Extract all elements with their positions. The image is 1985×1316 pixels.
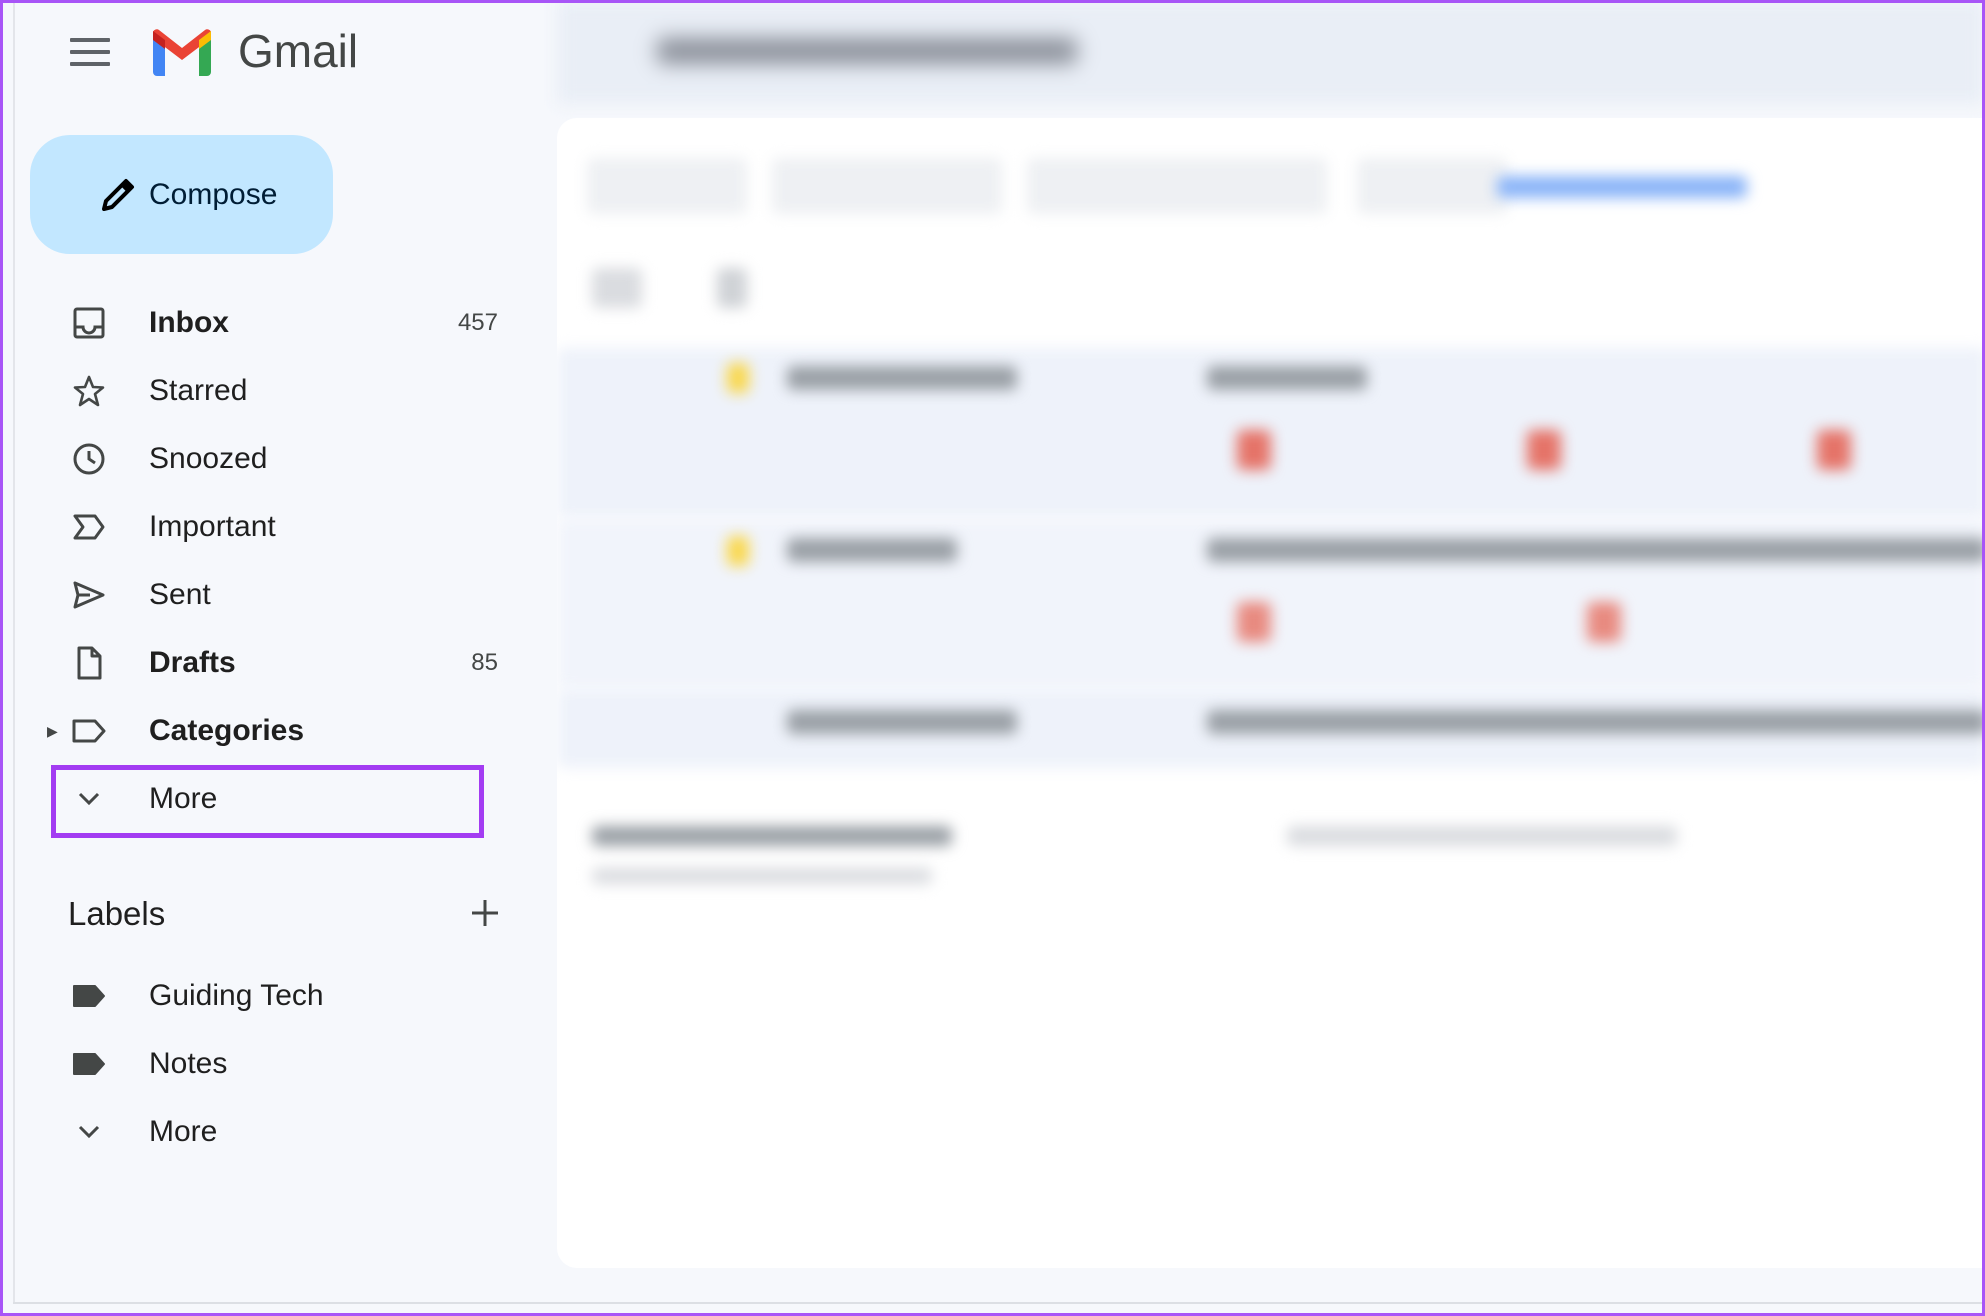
sidebar-item-important[interactable]: Important xyxy=(51,498,501,556)
sidebar-item-snoozed[interactable]: Snoozed xyxy=(51,430,501,488)
nav-label: Starred xyxy=(149,374,248,407)
pencil-icon xyxy=(102,179,134,211)
nav-label: Important xyxy=(149,510,276,543)
divider xyxy=(13,0,15,1304)
compose-label: Compose xyxy=(149,177,278,211)
label-item-guiding-tech[interactable]: Guiding Tech xyxy=(51,967,501,1025)
nav-label: Drafts xyxy=(149,646,236,679)
sidebar-item-starred[interactable]: Starred xyxy=(51,362,501,420)
chevron-down-icon xyxy=(71,1114,107,1150)
search-bar[interactable] xyxy=(557,0,1985,104)
label-icon xyxy=(71,978,107,1014)
nav-label: Categories xyxy=(149,714,305,747)
sidebar-item-inbox[interactable]: Inbox 457 xyxy=(51,294,501,352)
clock-icon xyxy=(71,441,107,477)
inbox-icon xyxy=(71,305,107,341)
sidebar-item-sent[interactable]: Sent xyxy=(51,566,501,624)
app-name: Gmail xyxy=(238,25,359,77)
star-icon xyxy=(71,373,107,409)
sidebar-item-drafts[interactable]: Drafts 85 xyxy=(51,634,501,692)
unread-count: 457 xyxy=(457,309,498,336)
important-icon xyxy=(71,509,107,545)
unread-count: 85 xyxy=(471,649,498,676)
hamburger-menu-icon[interactable] xyxy=(70,38,110,66)
compose-button[interactable]: Compose xyxy=(30,135,333,254)
divider xyxy=(13,1302,1985,1304)
draft-icon xyxy=(71,645,107,681)
nav-label: Sent xyxy=(149,578,211,611)
nav-label: More xyxy=(149,1115,218,1148)
label-icon xyxy=(71,1046,107,1082)
labels-heading: Labels xyxy=(68,895,166,932)
email-list-panel xyxy=(557,118,1985,1268)
plus-icon[interactable] xyxy=(468,896,502,930)
label-item-more[interactable]: More xyxy=(51,1103,501,1161)
label-outline-icon xyxy=(71,713,107,749)
gmail-logo[interactable] xyxy=(149,28,215,78)
expand-arrow-icon[interactable]: ▶ xyxy=(47,723,58,740)
nav-label: Guiding Tech xyxy=(149,979,324,1012)
nav-label: Inbox xyxy=(149,306,229,339)
sidebar-item-categories[interactable]: ▶ Categories xyxy=(47,702,501,760)
nav-label: Snoozed xyxy=(149,442,268,475)
label-item-notes[interactable]: Notes xyxy=(51,1035,501,1093)
nav-label: Notes xyxy=(149,1047,228,1080)
send-icon xyxy=(71,577,107,613)
highlight-box xyxy=(51,765,484,838)
